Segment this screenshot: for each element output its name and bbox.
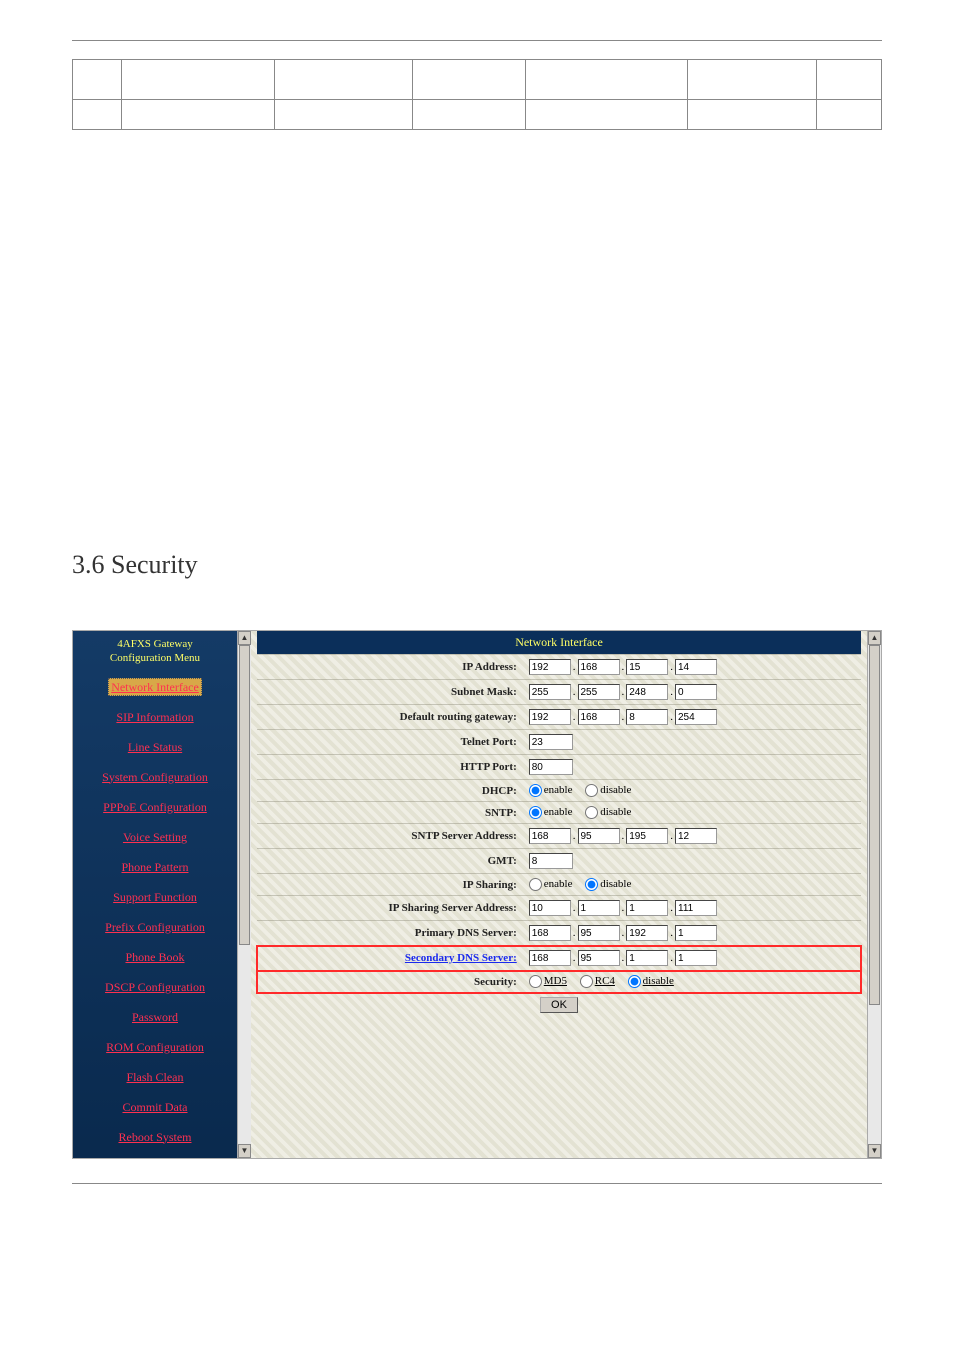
sidebar-item-dscp-configuration[interactable]: DSCP Configuration — [73, 972, 237, 1002]
gateway-octet-1[interactable] — [529, 709, 571, 725]
security-md5-radio[interactable] — [529, 975, 542, 988]
gmt-input[interactable] — [529, 853, 573, 869]
security-label: Security: — [257, 971, 523, 993]
secondary-dns-octet-1[interactable] — [529, 950, 571, 966]
sntp-enable-radio[interactable] — [529, 806, 542, 819]
sidebar-item-network-interface[interactable]: Network Interface — [73, 672, 237, 702]
scroll-thumb[interactable] — [239, 645, 250, 945]
panel-title: Network Interface — [257, 631, 861, 654]
sntp-disable-label: disable — [600, 806, 631, 818]
ip-address-octet-3[interactable] — [626, 659, 668, 675]
sntp-server-octet-2[interactable] — [578, 828, 620, 844]
security-disable-radio[interactable] — [628, 975, 641, 988]
ip-address-octet-1[interactable] — [529, 659, 571, 675]
secondary-dns-octet-2[interactable] — [578, 950, 620, 966]
secondary-dns-octet-3[interactable] — [626, 950, 668, 966]
ip-sharing-disable-radio[interactable] — [585, 878, 598, 891]
ip-sharing-server-octet-4[interactable] — [675, 900, 717, 916]
primary-dns-octet-4[interactable] — [675, 925, 717, 941]
sidebar-item-prefix-configuration[interactable]: Prefix Configuration — [73, 912, 237, 942]
sidebar-item-phone-book[interactable]: Phone Book — [73, 942, 237, 972]
gmt-label: GMT: — [257, 849, 523, 874]
sidebar-item-system-configuration[interactable]: System Configuration — [73, 762, 237, 792]
footer-rule — [72, 1183, 882, 1184]
ip-address-octet-4[interactable] — [675, 659, 717, 675]
ip-sharing-server-label: IP Sharing Server Address: — [257, 896, 523, 921]
sidebar-item-flash-clean[interactable]: Flash Clean — [73, 1062, 237, 1092]
security-md5-label: MD5 — [544, 975, 567, 987]
ip-address-label: IP Address: — [257, 655, 523, 680]
sidebar-item-reboot-system[interactable]: Reboot System — [73, 1122, 237, 1152]
sntp-disable-radio[interactable] — [585, 806, 598, 819]
telnet-port-label: Telnet Port: — [257, 730, 523, 755]
dhcp-enable-radio[interactable] — [529, 784, 542, 797]
ip-sharing-server-octet-2[interactable] — [578, 900, 620, 916]
subnet-mask-octet-4[interactable] — [675, 684, 717, 700]
gateway-octet-4[interactable] — [675, 709, 717, 725]
header-table — [72, 59, 882, 130]
main-panel: Network Interface IP Address: ... Subnet… — [251, 631, 867, 1158]
subnet-mask-label: Subnet Mask: — [257, 680, 523, 705]
sidebar-item-password[interactable]: Password — [73, 1002, 237, 1032]
main-scroll-down-icon[interactable]: ▼ — [868, 1144, 881, 1158]
gateway-octet-2[interactable] — [578, 709, 620, 725]
sidebar-scrollbar[interactable]: ▲ ▼ — [237, 631, 251, 1158]
scroll-up-icon[interactable]: ▲ — [238, 631, 251, 645]
sntp-server-label: SNTP Server Address: — [257, 824, 523, 849]
ip-sharing-label: IP Sharing: — [257, 874, 523, 896]
sidebar-item-rom-configuration[interactable]: ROM Configuration — [73, 1032, 237, 1062]
screenshot-container: 4AFXS Gateway Configuration Menu Network… — [72, 630, 882, 1159]
security-rc4-radio[interactable] — [580, 975, 593, 988]
sidebar-item-commit-data[interactable]: Commit Data — [73, 1092, 237, 1122]
security-disable-label: disable — [643, 975, 674, 987]
sidebar-title: 4AFXS Gateway Configuration Menu — [73, 631, 237, 672]
sntp-enable-label: enable — [544, 806, 573, 818]
sntp-label: SNTP: — [257, 802, 523, 824]
sidebar-item-pppoe-configuration[interactable]: PPPoE Configuration — [73, 792, 237, 822]
section-heading: 3.6 Security — [72, 550, 882, 580]
secondary-dns-octet-4[interactable] — [675, 950, 717, 966]
scroll-down-icon[interactable]: ▼ — [238, 1144, 251, 1158]
default-gateway-label: Default routing gateway: — [257, 705, 523, 730]
sntp-server-octet-4[interactable] — [675, 828, 717, 844]
primary-dns-octet-2[interactable] — [578, 925, 620, 941]
ip-sharing-enable-label: enable — [544, 878, 573, 890]
security-rc4-label: RC4 — [595, 975, 615, 987]
subnet-mask-octet-3[interactable] — [626, 684, 668, 700]
dhcp-disable-label: disable — [600, 784, 631, 796]
http-port-label: HTTP Port: — [257, 755, 523, 780]
ip-sharing-server-octet-1[interactable] — [529, 900, 571, 916]
sidebar: 4AFXS Gateway Configuration Menu Network… — [73, 631, 237, 1158]
ip-address-octet-2[interactable] — [578, 659, 620, 675]
ok-button[interactable]: OK — [540, 997, 578, 1013]
ip-sharing-server-octet-3[interactable] — [626, 900, 668, 916]
primary-dns-label: Primary DNS Server: — [257, 921, 523, 946]
dhcp-enable-label: enable — [544, 784, 573, 796]
sidebar-item-sip-information[interactable]: SIP Information — [73, 702, 237, 732]
subnet-mask-octet-2[interactable] — [578, 684, 620, 700]
ip-sharing-disable-label: disable — [600, 878, 631, 890]
sidebar-item-support-function[interactable]: Support Function — [73, 882, 237, 912]
http-port-input[interactable] — [529, 759, 573, 775]
sidebar-item-line-status[interactable]: Line Status — [73, 732, 237, 762]
primary-dns-octet-1[interactable] — [529, 925, 571, 941]
main-scroll-thumb[interactable] — [869, 645, 880, 1005]
sntp-server-octet-3[interactable] — [626, 828, 668, 844]
subnet-mask-octet-1[interactable] — [529, 684, 571, 700]
ip-sharing-enable-radio[interactable] — [529, 878, 542, 891]
dhcp-label: DHCP: — [257, 780, 523, 802]
telnet-port-input[interactable] — [529, 734, 573, 750]
sidebar-item-phone-pattern[interactable]: Phone Pattern — [73, 852, 237, 882]
gateway-octet-3[interactable] — [626, 709, 668, 725]
primary-dns-octet-3[interactable] — [626, 925, 668, 941]
secondary-dns-label: Secondary DNS Server: — [257, 946, 523, 971]
sidebar-item-voice-setting[interactable]: Voice Setting — [73, 822, 237, 852]
main-scrollbar[interactable]: ▲ ▼ — [867, 631, 881, 1158]
main-scroll-up-icon[interactable]: ▲ — [868, 631, 881, 645]
sntp-server-octet-1[interactable] — [529, 828, 571, 844]
dhcp-disable-radio[interactable] — [585, 784, 598, 797]
